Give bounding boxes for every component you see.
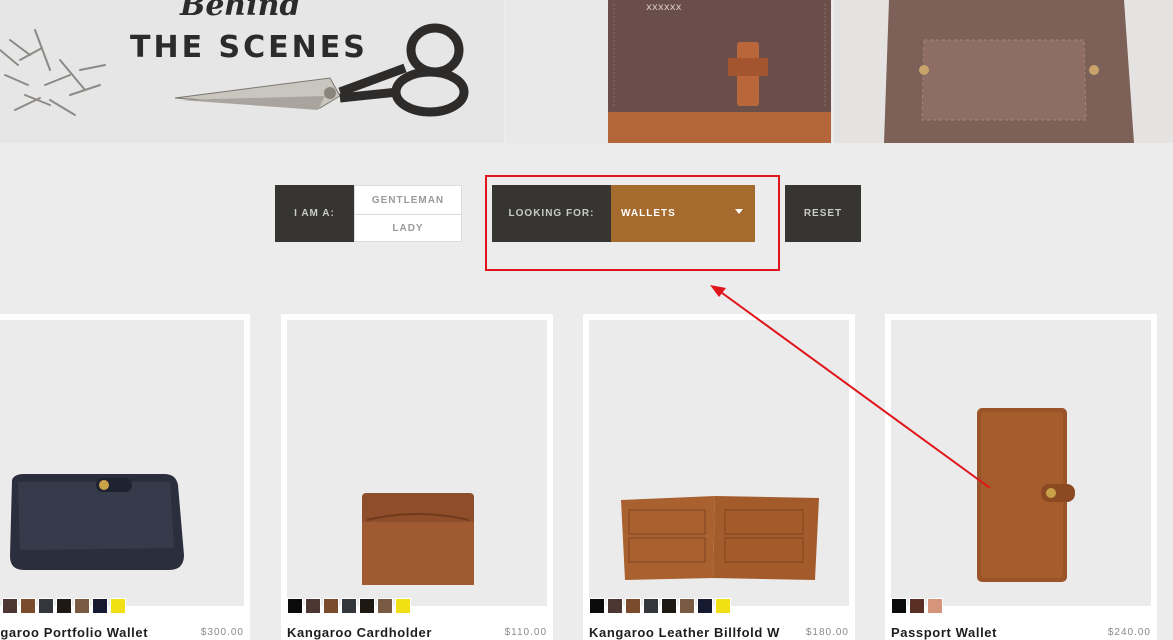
- color-swatches: [0, 598, 126, 614]
- product-card[interactable]: Kangaroo Cardholder $110.00: [281, 314, 553, 640]
- product-card[interactable]: angaroo Portfolio Wallet $300.00: [0, 314, 250, 640]
- svg-text:xxxxxx: xxxxxx: [646, 2, 682, 13]
- color-swatch[interactable]: [323, 598, 339, 614]
- color-swatch[interactable]: [287, 598, 303, 614]
- product-price: $240.00: [1107, 627, 1151, 638]
- color-swatch[interactable]: [679, 598, 695, 614]
- hero-banner: Behind THE SCENES xxxxxx: [0, 0, 1173, 143]
- apron-image: [884, 0, 1134, 143]
- product-image[interactable]: [287, 320, 547, 606]
- product-image[interactable]: [891, 320, 1151, 606]
- hero-script-text: Behind: [180, 0, 301, 23]
- color-swatch[interactable]: [38, 598, 54, 614]
- product-price: $110.00: [504, 627, 547, 638]
- color-swatch[interactable]: [56, 598, 72, 614]
- color-swatch[interactable]: [377, 598, 393, 614]
- satchel-image: xxxxxx: [608, 0, 832, 143]
- color-swatch[interactable]: [20, 598, 36, 614]
- i-am-a-label: I AM A:: [275, 185, 354, 242]
- hero-title: THE SCENES: [130, 30, 368, 65]
- color-swatch[interactable]: [607, 598, 623, 614]
- color-swatch[interactable]: [909, 598, 925, 614]
- product-name[interactable]: Kangaroo Leather Billfold W: [589, 625, 780, 640]
- color-swatch[interactable]: [74, 598, 90, 614]
- color-swatch[interactable]: [661, 598, 677, 614]
- color-swatch[interactable]: [341, 598, 357, 614]
- color-swatches: [891, 598, 943, 614]
- behind-the-scenes-tile[interactable]: Behind THE SCENES: [0, 0, 504, 143]
- color-swatch[interactable]: [625, 598, 641, 614]
- gender-option-gentleman[interactable]: GENTLEMAN: [355, 186, 461, 214]
- color-swatch[interactable]: [927, 598, 943, 614]
- product-card[interactable]: Passport Wallet $240.00: [885, 314, 1157, 640]
- color-swatch[interactable]: [305, 598, 321, 614]
- gender-selector: GENTLEMAN LADY: [354, 185, 462, 242]
- color-swatch[interactable]: [589, 598, 605, 614]
- apron-tile[interactable]: [834, 0, 1173, 143]
- color-swatches: [287, 598, 411, 614]
- color-swatches: [589, 598, 731, 614]
- product-image[interactable]: [0, 320, 244, 606]
- product-price: $300.00: [200, 627, 244, 638]
- color-swatch[interactable]: [110, 598, 126, 614]
- reset-button[interactable]: RESET: [785, 185, 861, 242]
- product-image[interactable]: [589, 320, 849, 606]
- color-swatch[interactable]: [643, 598, 659, 614]
- color-swatch[interactable]: [92, 598, 108, 614]
- product-card[interactable]: Kangaroo Leather Billfold W $180.00: [583, 314, 855, 640]
- product-name[interactable]: Passport Wallet: [891, 625, 997, 640]
- color-swatch[interactable]: [891, 598, 907, 614]
- color-swatch[interactable]: [715, 598, 731, 614]
- color-swatch[interactable]: [395, 598, 411, 614]
- product-name[interactable]: angaroo Portfolio Wallet: [0, 625, 148, 640]
- satchel-tile[interactable]: xxxxxx: [506, 0, 832, 143]
- color-swatch[interactable]: [697, 598, 713, 614]
- annotation-highlight-box: [485, 175, 780, 271]
- product-price: $180.00: [805, 627, 849, 638]
- color-swatch[interactable]: [359, 598, 375, 614]
- page: Behind THE SCENES xxxxxx I AM A: GENTLEM…: [0, 0, 1173, 640]
- color-swatch[interactable]: [2, 598, 18, 614]
- product-name[interactable]: Kangaroo Cardholder: [287, 625, 432, 640]
- gender-option-lady[interactable]: LADY: [355, 214, 461, 242]
